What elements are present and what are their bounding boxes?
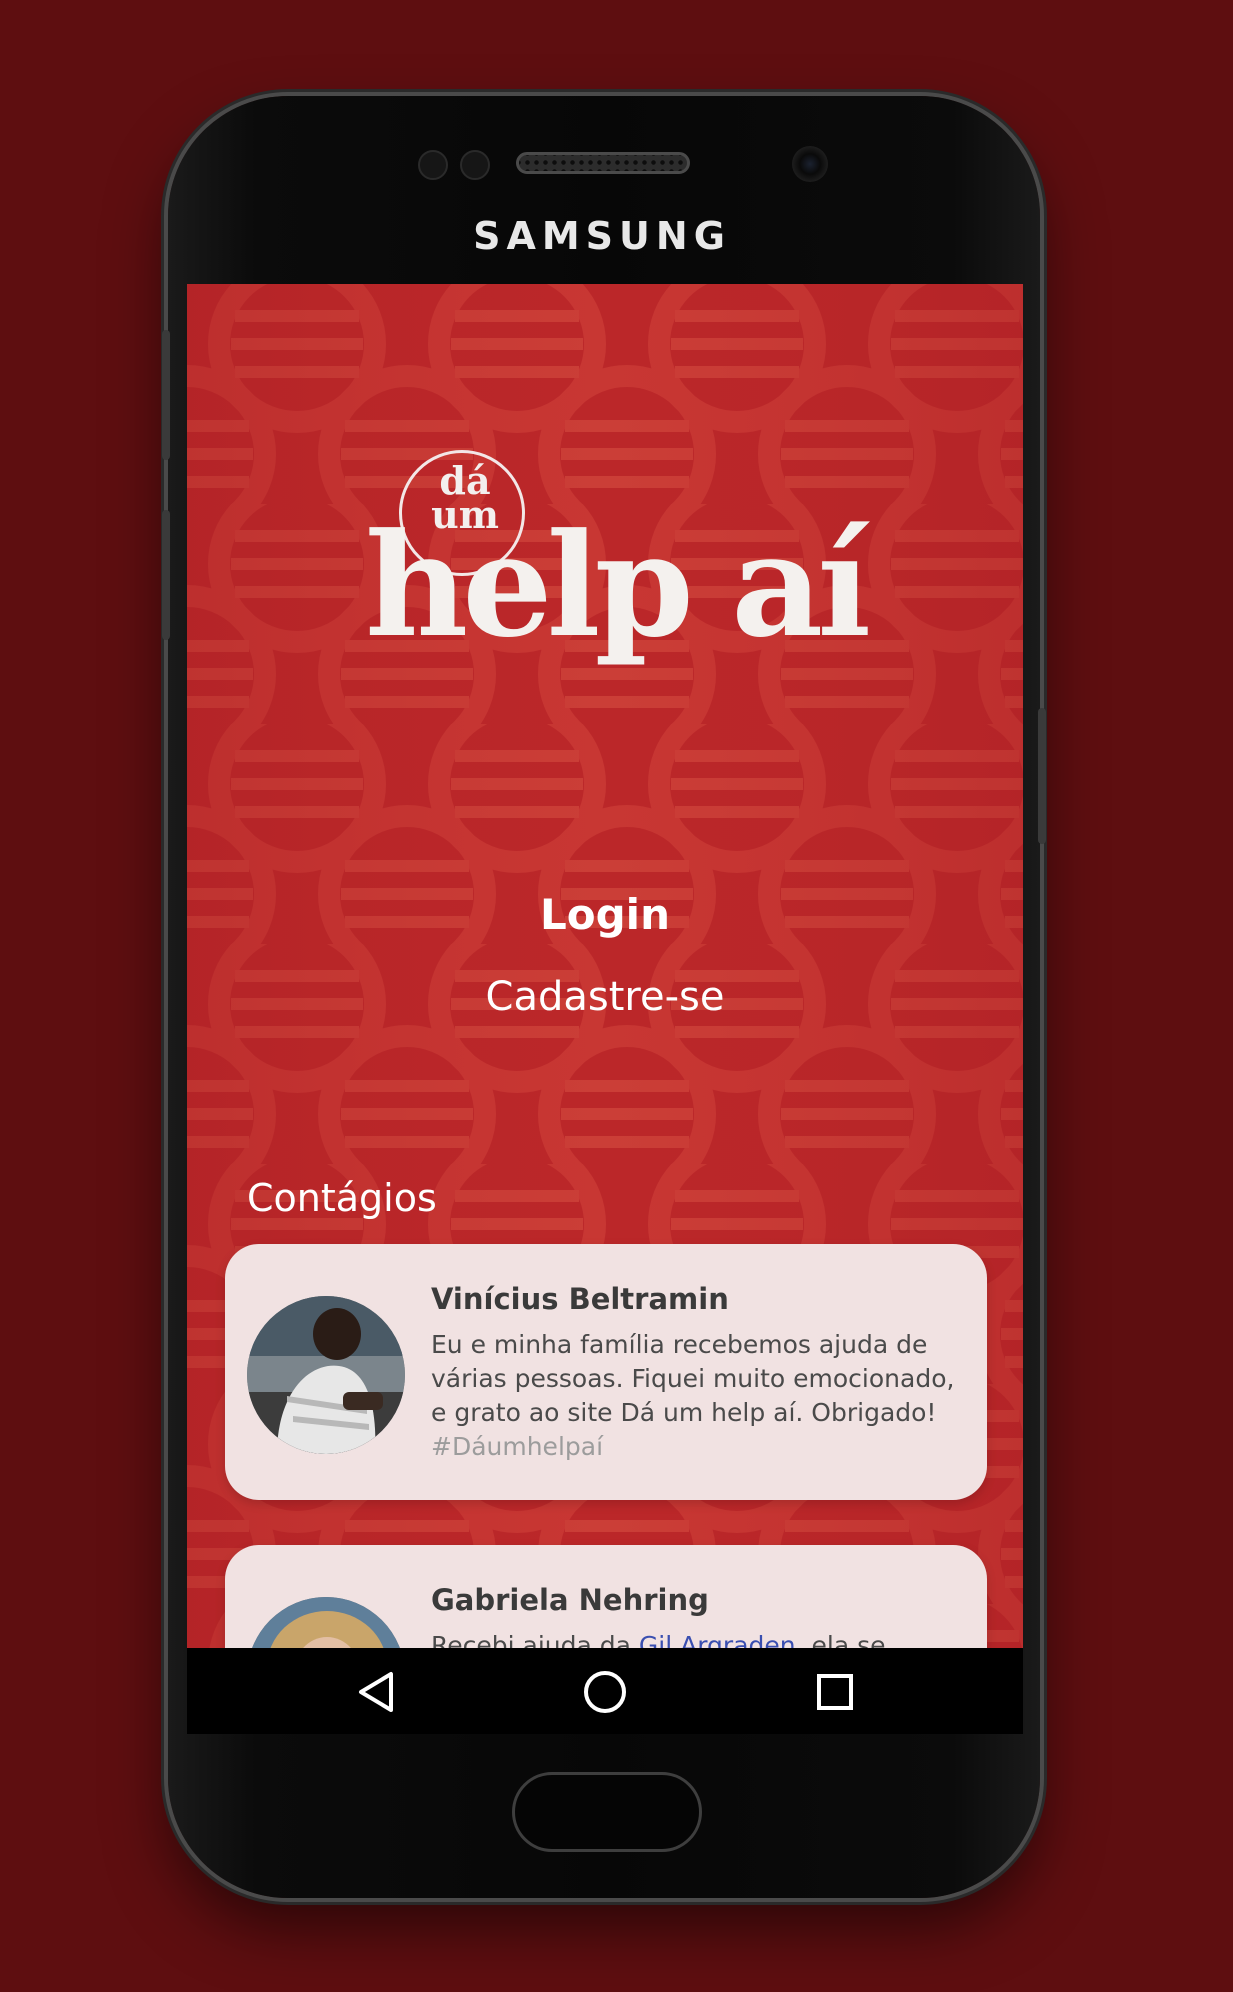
nav-recent-button[interactable] <box>809 1666 861 1718</box>
testimonial-body-end: , ela se <box>795 1631 886 1648</box>
device-brand: SAMSUNG <box>473 214 731 258</box>
earpiece-speaker <box>516 152 690 174</box>
avatar <box>247 1597 405 1648</box>
power-button[interactable] <box>1038 708 1046 844</box>
section-title: Contágios <box>247 1176 437 1220</box>
proximity-sensor <box>418 150 448 180</box>
avatar-photo <box>247 1597 405 1648</box>
volume-up-button[interactable] <box>162 330 170 460</box>
testimonial-mention[interactable]: Gil Argraden <box>639 1631 796 1648</box>
signup-button[interactable]: Cadastre-se <box>405 974 805 1020</box>
testimonial-body-start: Recebi ajuda da <box>431 1631 631 1648</box>
testimonial-name: Vinícius Beltramin <box>431 1282 729 1316</box>
avatar <box>247 1296 405 1454</box>
testimonial-hashtag[interactable]: #Dáumhelpaí <box>431 1432 603 1461</box>
front-camera <box>792 146 828 182</box>
testimonial-name: Gabriela Nehring <box>431 1583 709 1617</box>
testimonial-card[interactable]: Vinícius Beltramin Eu e minha família re… <box>225 1244 987 1500</box>
nav-home-button[interactable] <box>579 1666 631 1718</box>
navigation-bar <box>187 1648 1023 1734</box>
login-button[interactable]: Login <box>455 890 755 939</box>
square-recent-icon <box>817 1674 853 1710</box>
volume-down-button[interactable] <box>162 510 170 640</box>
nav-back-button[interactable] <box>351 1666 403 1718</box>
circle-home-icon <box>584 1671 626 1713</box>
testimonial-card[interactable]: Gabriela Nehring Recebi ajuda da Gil Arg… <box>225 1545 987 1648</box>
triangle-back-icon <box>359 1672 393 1712</box>
logo-big-text: help aí <box>365 503 871 669</box>
testimonial-text: Recebi ajuda da Gil Argraden, ela se <box>431 1629 961 1648</box>
testimonial-text: Eu e minha família recebemos ajuda de vá… <box>431 1328 961 1464</box>
testimonial-body: Eu e minha família recebemos ajuda de vá… <box>431 1330 955 1427</box>
avatar-photo <box>247 1296 405 1454</box>
light-sensor <box>460 150 490 180</box>
physical-home-button[interactable] <box>512 1772 702 1852</box>
app-screen: dá um help aí Login Cadastre-se Contágio… <box>187 284 1023 1648</box>
